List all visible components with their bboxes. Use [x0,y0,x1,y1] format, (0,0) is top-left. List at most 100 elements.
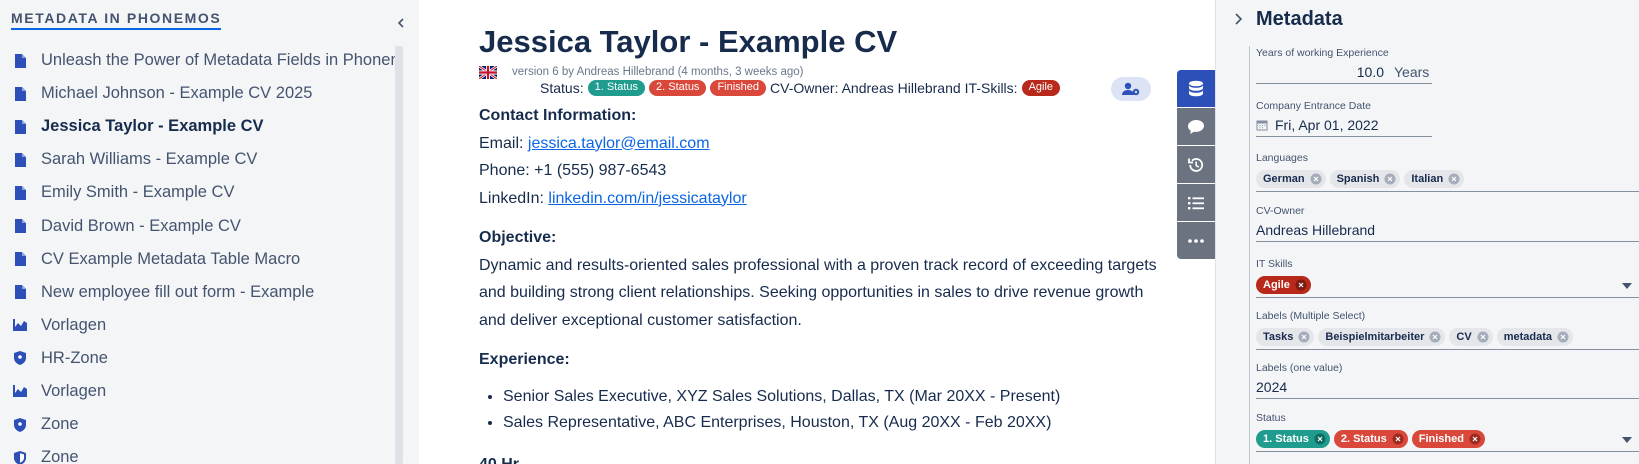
comments-tab[interactable] [1177,108,1215,145]
cv-owner-input[interactable]: Andreas Hillebrand [1256,221,1639,242]
years-experience-field: Years of working Experience 10.0 Years [1256,47,1639,84]
tag-label: Spanish [1336,172,1380,185]
status-field: Status 1. Status 2. Status Finished [1256,412,1639,452]
languages-select[interactable]: German Spanish Italian [1256,168,1639,192]
remove-tag-icon[interactable] [1477,331,1489,343]
labels-one-input[interactable]: 2024 [1256,378,1639,399]
tree-item-zone[interactable]: Zone [0,408,398,441]
page-icon [13,218,27,234]
status-badge: Finished [710,80,767,96]
sidebar-header: METADATA IN PHONEMOS [11,8,222,32]
version-info[interactable]: version 6 by Andreas Hillebrand (4 month… [512,66,804,78]
tree-item-metadata-fields[interactable]: Unleash the Power of Metadata Fields in … [0,44,398,77]
linkedin-link[interactable]: linkedin.com/in/jessicataylor [548,190,746,207]
chevron-right-icon[interactable] [1233,11,1245,27]
email-line: Email: jessica.taylor@email.com [479,130,1169,158]
remove-tag-icon[interactable] [1448,173,1460,185]
uk-flag-icon[interactable] [478,64,498,81]
field-label: Languages [1256,152,1308,164]
objective-heading: Objective: [479,229,557,246]
remove-tag-icon[interactable] [1384,173,1396,185]
it-skills-select[interactable]: Agile [1256,274,1639,298]
status-select[interactable]: 1. Status 2. Status Finished [1256,428,1639,452]
phone-line: Phone: +1 (555) 987-6543 [479,162,667,179]
sidebar-title[interactable]: METADATA IN PHONEMOS [11,10,222,30]
tag-label: 1. Status [1263,432,1309,445]
remove-tag-icon[interactable] [1295,279,1307,291]
chevron-down-icon[interactable] [1622,436,1632,443]
remove-tag-icon[interactable] [1314,433,1326,445]
comment-icon [1188,119,1204,134]
tree-item-label: Sarah Williams - Example CV [41,150,258,169]
remove-tag-icon[interactable] [1429,331,1441,343]
years-experience-input[interactable]: 10.0 Years [1256,63,1432,84]
entrance-date-input[interactable]: Fri, Apr 01, 2022 [1256,116,1432,137]
status-tag: 2. Status [1333,429,1408,448]
tree-item-label: Zone [41,415,79,434]
list-item: Sales Representative, ABC Enterprises, H… [503,410,1169,437]
linkedin-label: LinkedIn: [479,189,544,207]
tag-label: Tasks [1263,330,1294,343]
labels-one-field: Labels (one value) 2024 [1256,362,1639,399]
next-heading: 40 Hr [479,455,520,464]
status-tag: 1. Status [1256,429,1330,448]
assign-user-button[interactable] [1111,77,1151,101]
field-label: Status [1256,412,1286,424]
label-tag: metadata [1496,327,1573,346]
tag-label: German [1263,172,1305,185]
tree-item-jessica-taylor[interactable]: Jessica Taylor - Example CV [0,110,398,143]
history-tab[interactable] [1177,146,1215,183]
entrance-date-value: Fri, Apr 01, 2022 [1275,117,1379,133]
sidebar-scrollbar[interactable] [395,46,403,464]
shield-icon [13,350,27,366]
shield-icon [13,417,27,433]
page-tree-sidebar: METADATA IN PHONEMOS Unleash the Power o… [0,0,419,464]
tree-item-emily-smith[interactable]: Emily Smith - Example CV [0,176,398,209]
status-label: Status: [540,80,584,96]
list-icon [1188,196,1204,209]
page-icon [13,284,27,300]
tree-item-cv-table-macro[interactable]: CV Example Metadata Table Macro [0,243,398,276]
remove-tag-icon[interactable] [1392,433,1404,445]
chevron-down-icon[interactable] [1622,282,1632,289]
tree-item-label: Vorlagen [41,381,107,400]
tree-item-michael-johnson[interactable]: Michael Johnson - Example CV 2025 [0,77,398,110]
tree-item-label: Vorlagen [41,315,107,334]
metadata-tab[interactable] [1177,70,1215,107]
linkedin-line: LinkedIn: linkedin.com/in/jessicataylor [479,185,1169,213]
tree-item-david-brown[interactable]: David Brown - Example CV [0,209,398,242]
field-label: IT Skills [1256,258,1293,270]
tree-item-vorlagen-2[interactable]: Vorlagen [0,375,398,408]
status-badge: 2. Status [649,80,707,96]
collapse-sidebar-icon[interactable] [393,14,409,32]
tree-item-sarah-williams[interactable]: Sarah Williams - Example CV [0,143,398,176]
objective-text: Dynamic and results-oriented sales profe… [479,256,1157,329]
tag-label: Finished [1418,432,1464,445]
tree-item-label: Emily Smith - Example CV [41,183,235,202]
email-link[interactable]: jessica.taylor@email.com [528,135,710,152]
page-tree: Unleash the Power of Metadata Fields in … [0,44,398,464]
outline-tab[interactable] [1177,184,1215,221]
tag-label: metadata [1503,330,1552,343]
tag-label: 2. Status [1340,432,1387,445]
remove-tag-icon[interactable] [1469,433,1481,445]
page-icon [13,152,27,168]
years-value: 10.0 [1356,64,1384,80]
tree-item-vorlagen[interactable]: Vorlagen [0,309,398,342]
remove-tag-icon[interactable] [1557,331,1569,343]
remove-tag-icon[interactable] [1310,173,1322,185]
labels-multi-select[interactable]: Tasks Beispielmitarbeiter CV metadata [1256,326,1639,350]
tree-item-new-employee-form[interactable]: New employee fill out form - Example [0,276,398,309]
metadata-panel-title: Metadata [1256,8,1343,30]
remove-tag-icon[interactable] [1298,331,1310,343]
tree-item-hr-zone[interactable]: HR-Zone [0,342,398,375]
page-icon [13,251,27,267]
more-tab[interactable] [1177,222,1215,259]
language-tag: Italian [1404,169,1465,188]
status-tag: Finished [1411,429,1485,448]
tree-item-zone-2[interactable]: Zone [0,441,398,464]
skill-badge: Agile [1021,80,1061,96]
tag-label: Beispielmitarbeiter [1325,330,1425,343]
tree-item-label: Unleash the Power of Metadata Fields in … [41,51,398,70]
